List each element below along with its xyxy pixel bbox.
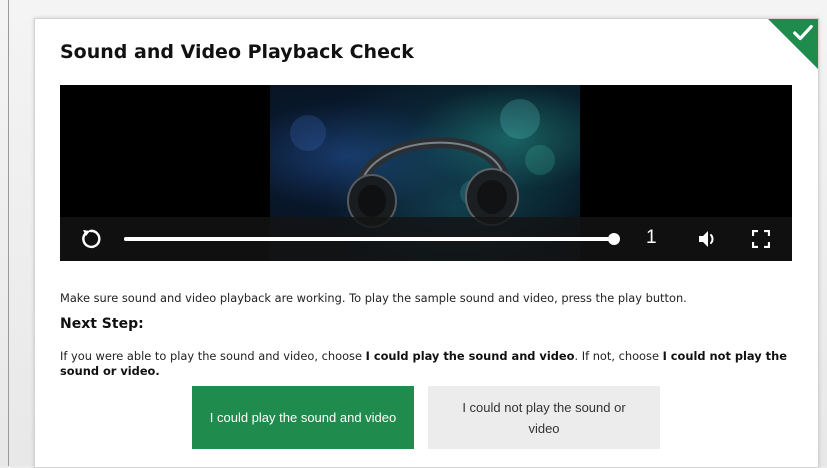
video-player[interactable]: 1 bbox=[60, 85, 792, 261]
could-not-play-button[interactable]: I could not play the sound or video bbox=[428, 386, 660, 449]
choice-middle: . If not, choose bbox=[574, 349, 663, 363]
fullscreen-icon[interactable] bbox=[752, 230, 770, 248]
choice-instructions: If you were able to play the sound and v… bbox=[60, 349, 790, 379]
next-step-heading: Next Step: bbox=[60, 316, 144, 332]
playback-check-card: Sound and Video Playback Check 1 Make su… bbox=[34, 18, 819, 468]
headphones-image bbox=[347, 137, 519, 228]
page-title: Sound and Video Playback Check bbox=[60, 41, 414, 63]
could-play-button[interactable]: I could play the sound and video bbox=[192, 386, 414, 449]
choice-prefix: If you were able to play the sound and v… bbox=[60, 349, 366, 363]
volume-icon[interactable] bbox=[697, 229, 719, 249]
time-label: 1 bbox=[646, 227, 657, 248]
instruction-text: Make sure sound and video playback are w… bbox=[60, 291, 687, 305]
progress-fill bbox=[124, 237, 614, 241]
choice-yes-emphasis: I could play the sound and video bbox=[365, 349, 575, 363]
progress-bar[interactable] bbox=[124, 233, 620, 245]
player-controls: 1 bbox=[60, 217, 792, 261]
checkmark-icon bbox=[793, 24, 813, 41]
progress-handle[interactable] bbox=[608, 233, 620, 245]
bokeh-light bbox=[290, 115, 326, 151]
window-edge bbox=[8, 0, 9, 466]
replay-icon[interactable] bbox=[78, 227, 102, 251]
